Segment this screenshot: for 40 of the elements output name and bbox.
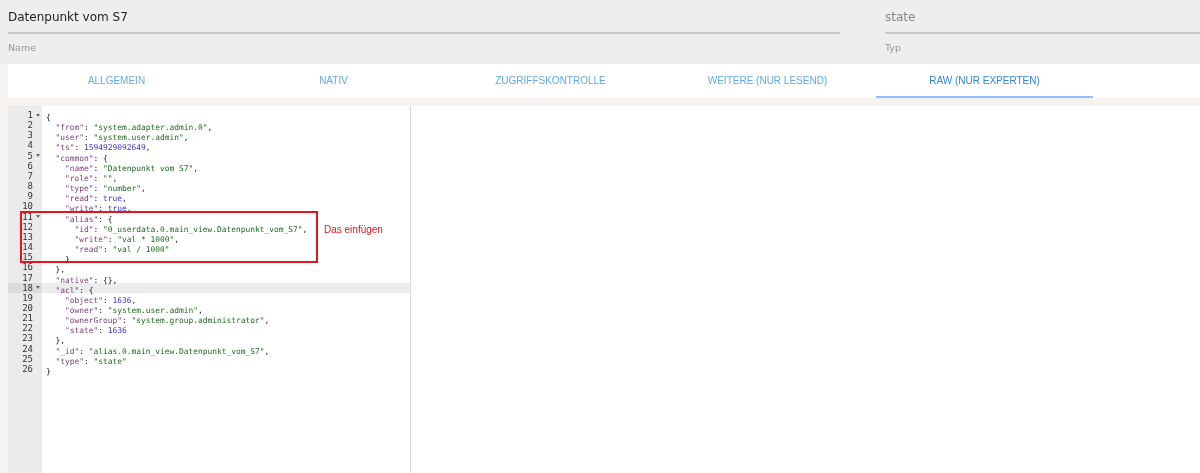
fold-caret-icon[interactable] <box>33 285 42 291</box>
tab[interactable]: ALLGEMEIN <box>8 64 225 98</box>
fold-caret-icon[interactable] <box>33 112 42 118</box>
line-number: 1 <box>27 110 33 121</box>
line-number: 11 <box>22 211 33 222</box>
line-number: 21 <box>22 313 33 324</box>
line-number: 26 <box>22 363 33 375</box>
line-number: 15 <box>22 252 33 263</box>
annotation-text: Das einfügen <box>324 223 383 235</box>
line-number: 3 <box>27 130 33 141</box>
field-label: Typ <box>885 42 902 53</box>
tab[interactable]: NATIV <box>225 64 442 98</box>
line-number: 6 <box>27 160 33 171</box>
fold-caret-icon[interactable] <box>33 214 42 220</box>
tab[interactable]: WEITERE (NUR LESEND) <box>659 64 876 98</box>
tab[interactable]: RAW (NUR EXPERTEN) <box>876 64 1093 98</box>
line-number: 5 <box>27 150 33 161</box>
line-number: 10 <box>22 201 33 212</box>
line-number: 2 <box>27 120 33 131</box>
line-number: 23 <box>22 333 33 344</box>
line-number: 8 <box>27 181 33 192</box>
tab[interactable]: ZUGRIFFSKONTROLLE <box>442 64 659 98</box>
line-number: 22 <box>22 323 33 334</box>
line-number: 19 <box>22 292 33 303</box>
line-number: 18 <box>22 282 33 293</box>
line-number: 20 <box>22 302 33 314</box>
line-number: 24 <box>22 343 33 354</box>
line-number: 17 <box>22 272 33 283</box>
line-number: 9 <box>27 191 33 202</box>
line-number: 14 <box>22 242 33 253</box>
text-field[interactable]: state <box>885 0 1200 34</box>
line-number: 4 <box>27 140 33 151</box>
line-number: 12 <box>22 221 33 232</box>
fold-caret-icon[interactable] <box>33 153 42 159</box>
line-number: 16 <box>22 262 33 273</box>
line-number: 13 <box>22 231 33 243</box>
line-number: 25 <box>22 353 33 364</box>
field-label: Name <box>8 42 38 53</box>
line-number: 7 <box>27 170 33 182</box>
text-field[interactable]: Datenpunkt vom S7 <box>8 0 840 34</box>
